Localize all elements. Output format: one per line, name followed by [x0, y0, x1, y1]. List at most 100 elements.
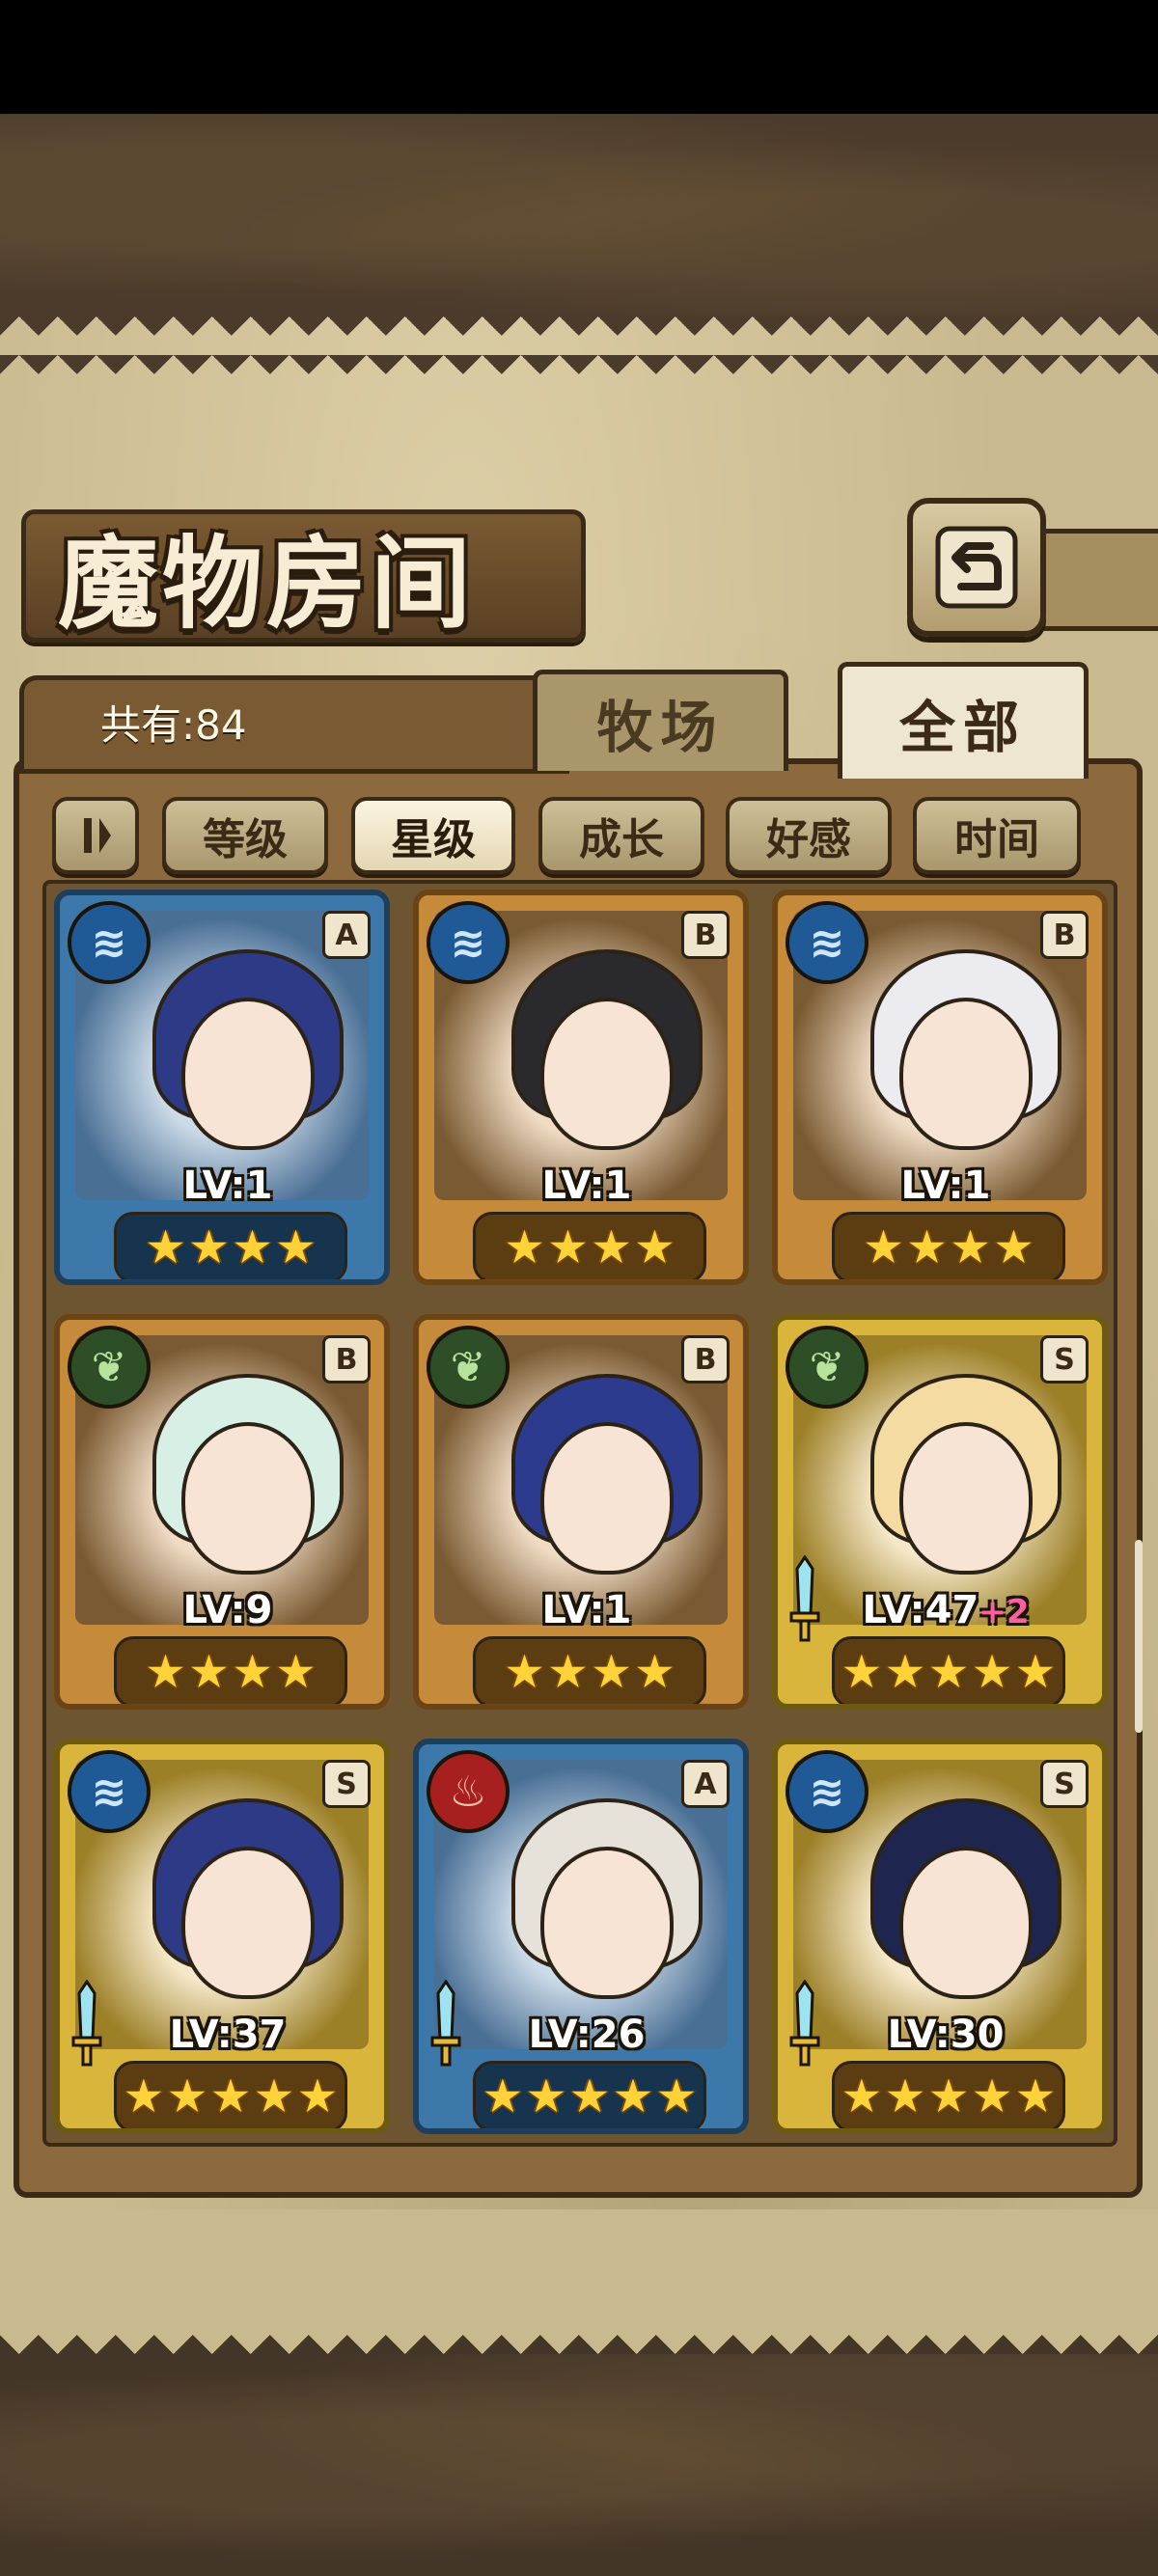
- star-icon: ★: [232, 1645, 274, 1699]
- level-label: LV:1: [419, 1164, 743, 1208]
- star-icon: ★: [862, 1220, 904, 1274]
- star-icon: ★: [634, 1645, 676, 1699]
- star-icon: ★: [546, 1645, 589, 1699]
- level-label: LV:9: [60, 1588, 384, 1632]
- star-icon: ★: [123, 2069, 165, 2124]
- sort-growth-button[interactable]: 成长: [538, 797, 704, 874]
- star-icon: ★: [275, 1645, 317, 1699]
- rank-badge: B: [1040, 911, 1089, 959]
- monster-face: [540, 1847, 674, 1999]
- rank-badge: B: [681, 1335, 730, 1384]
- torn-edge-top: [0, 316, 1158, 374]
- monster-card[interactable]: ❦ S LV:47+2 ★ ★ ★ ★ ★: [772, 1314, 1108, 1710]
- monster-card[interactable]: ❦ B LV:1 ★ ★ ★ ★: [413, 1314, 749, 1710]
- fire-element-icon: ♨: [427, 1750, 510, 1833]
- level-label: LV:30: [778, 2013, 1102, 2057]
- star-icon: ★: [503, 1220, 545, 1274]
- star-icon: ★: [187, 1220, 230, 1274]
- wood-element-icon: ❦: [786, 1326, 868, 1409]
- monster-card[interactable]: ❦ B LV:9 ★ ★ ★ ★: [54, 1314, 390, 1710]
- star-icon: ★: [1014, 1645, 1057, 1699]
- rank-badge: S: [1040, 1760, 1089, 1808]
- monster-card[interactable]: ♨ A LV:26 ★ ★ ★ ★ ★: [413, 1739, 749, 2134]
- map-background-top: [0, 114, 1158, 316]
- star-rating: ★ ★ ★ ★: [114, 1636, 347, 1704]
- level-value: LV:37: [169, 2013, 287, 2057]
- wood-element-icon: ❦: [427, 1326, 510, 1409]
- monster-card[interactable]: ≋ B LV:1 ★ ★ ★ ★: [413, 890, 749, 1285]
- star-rating: ★ ★ ★ ★ ★: [832, 2061, 1065, 2128]
- level-label: LV:37: [60, 2013, 384, 2057]
- rank-badge: A: [322, 911, 371, 959]
- star-icon: ★: [546, 1220, 589, 1274]
- scrollbar[interactable]: [1135, 1540, 1143, 1733]
- star-rating: ★ ★ ★ ★ ★: [832, 1636, 1065, 1704]
- star-icon: ★: [166, 2069, 208, 2124]
- star-icon: ★: [144, 1645, 186, 1699]
- tab-farm[interactable]: 牧场: [533, 670, 788, 771]
- pause-icon: [84, 818, 111, 853]
- star-icon: ★: [568, 2069, 611, 2124]
- level-value: LV:9: [182, 1588, 273, 1632]
- star-icon: ★: [187, 1645, 230, 1699]
- star-icon: ★: [275, 1220, 317, 1274]
- rank-badge: B: [681, 911, 730, 959]
- monster-card[interactable]: ≋ S LV:37 ★ ★ ★ ★ ★: [54, 1739, 390, 2134]
- star-icon: ★: [144, 1220, 186, 1274]
- water-element-icon: ≋: [786, 901, 868, 984]
- star-icon: ★: [482, 2069, 524, 2124]
- pause-toggle-button[interactable]: [52, 797, 139, 874]
- star-icon: ★: [927, 1645, 970, 1699]
- level-value: LV:26: [528, 2013, 646, 2057]
- water-element-icon: ≋: [427, 901, 510, 984]
- monster-face: [899, 1847, 1033, 1999]
- star-rating: ★ ★ ★ ★: [114, 1212, 347, 1279]
- star-rating: ★ ★ ★ ★: [473, 1636, 706, 1704]
- monster-face: [899, 998, 1033, 1150]
- monster-card[interactable]: ≋ A LV:1 ★ ★ ★ ★: [54, 890, 390, 1285]
- sort-filter-bar: 等级 星级 成长 好感 时间: [52, 797, 1094, 878]
- level-value: LV:47: [862, 1588, 979, 1632]
- star-icon: ★: [591, 1645, 633, 1699]
- water-element-icon: ≋: [786, 1750, 868, 1833]
- enhance-plus-label: +2: [979, 1593, 1030, 1631]
- monster-card[interactable]: ≋ B LV:1 ★ ★ ★ ★: [772, 890, 1108, 1285]
- sort-affection-button[interactable]: 好感: [726, 797, 892, 874]
- status-bar: [0, 0, 1158, 114]
- monster-card[interactable]: ≋ S LV:30 ★ ★ ★ ★ ★: [772, 1739, 1108, 2134]
- tab-all[interactable]: 全部: [838, 662, 1089, 779]
- star-icon: ★: [209, 2069, 252, 2124]
- monster-face: [899, 1422, 1033, 1575]
- level-label: LV:26: [419, 2013, 743, 2057]
- level-value: LV:1: [900, 1164, 991, 1208]
- level-value: LV:30: [887, 2013, 1005, 2057]
- star-icon: ★: [993, 1220, 1035, 1274]
- page-title: 魔物房间: [58, 524, 476, 643]
- star-icon: ★: [253, 2069, 295, 2124]
- sort-star-button[interactable]: 星级: [351, 797, 515, 874]
- level-label: LV:1: [419, 1588, 743, 1632]
- rank-badge: B: [322, 1335, 371, 1384]
- star-icon: ★: [612, 2069, 654, 2124]
- sort-level-button[interactable]: 等级: [162, 797, 328, 874]
- star-icon: ★: [884, 2069, 926, 2124]
- star-rating: ★ ★ ★ ★: [832, 1212, 1065, 1279]
- star-icon: ★: [525, 2069, 567, 2124]
- back-button[interactable]: [907, 498, 1046, 637]
- rank-badge: S: [322, 1760, 371, 1808]
- sort-time-button[interactable]: 时间: [913, 797, 1081, 874]
- star-icon: ★: [232, 1220, 274, 1274]
- level-value: LV:1: [182, 1164, 273, 1208]
- star-icon: ★: [841, 1645, 883, 1699]
- star-icon: ★: [655, 2069, 698, 2124]
- star-icon: ★: [971, 1645, 1013, 1699]
- star-icon: ★: [950, 1220, 992, 1274]
- star-rating: ★ ★ ★ ★ ★: [473, 2061, 706, 2128]
- torn-edge-bottom: [0, 2209, 1158, 2354]
- water-element-icon: ≋: [68, 901, 151, 984]
- level-value: LV:1: [541, 1164, 632, 1208]
- star-rating: ★ ★ ★ ★ ★: [114, 2061, 347, 2128]
- rank-badge: S: [1040, 1335, 1089, 1384]
- monster-face: [540, 998, 674, 1150]
- star-rating: ★ ★ ★ ★: [473, 1212, 706, 1279]
